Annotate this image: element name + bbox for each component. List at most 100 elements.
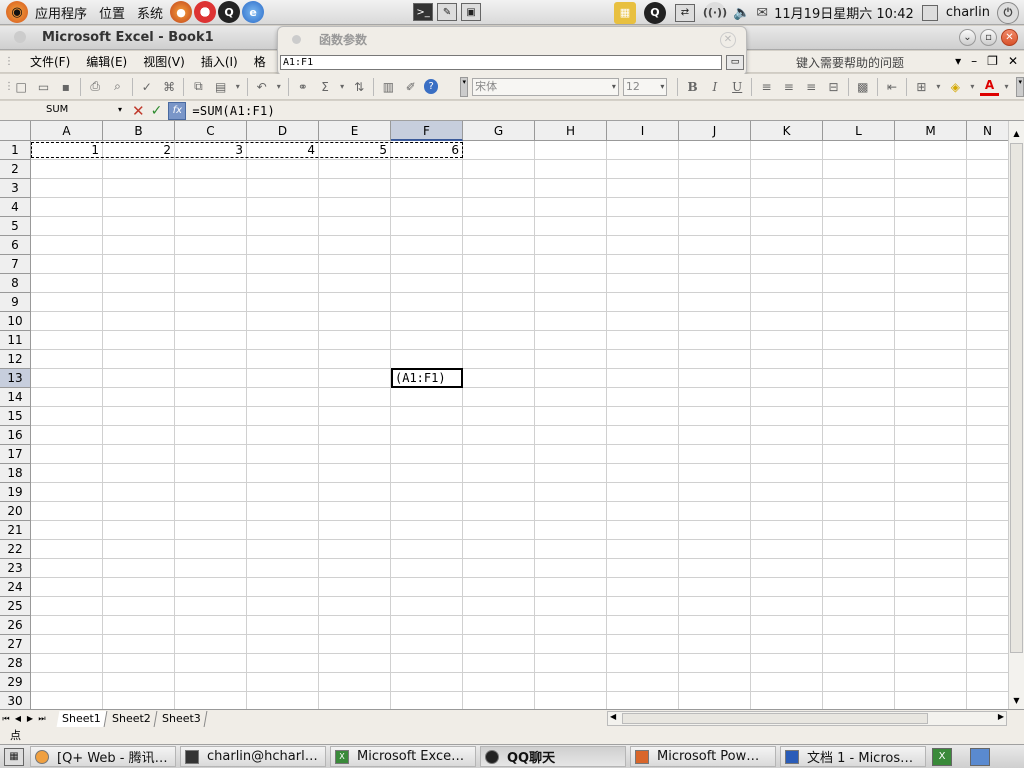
tab-sheet3[interactable]: Sheet3: [156, 710, 207, 727]
qq-tray-icon[interactable]: Q: [643, 1, 666, 24]
row-header-18[interactable]: 18: [0, 464, 31, 483]
row-header-28[interactable]: 28: [0, 654, 31, 673]
task-powerpoint[interactable]: Microsoft Pow…: [630, 746, 776, 767]
firefox-icon[interactable]: ●: [170, 1, 193, 23]
hyperlink-icon[interactable]: ⚭: [294, 77, 312, 96]
expand-dialog-icon[interactable]: ▭: [726, 55, 744, 70]
row-header-5[interactable]: 5: [0, 217, 31, 236]
row-header-11[interactable]: 11: [0, 331, 31, 350]
row-header-30[interactable]: 30: [0, 692, 31, 710]
show-desktop-icon[interactable]: ▦: [4, 747, 24, 766]
cells-area[interactable]: 1 2 3 4 5 6 (A1:F1): [31, 141, 1008, 710]
first-sheet-icon[interactable]: ⏮: [0, 714, 12, 724]
merge-center-icon[interactable]: ⊟: [824, 77, 842, 96]
name-box[interactable]: SUM ▾: [4, 102, 122, 120]
scroll-right-icon[interactable]: ▶: [998, 712, 1004, 721]
apps-tray-icon[interactable]: ▦: [613, 1, 636, 24]
menu-format[interactable]: 格: [254, 53, 266, 70]
menu-edit[interactable]: 编辑(E): [86, 53, 127, 70]
help-dropdown-icon[interactable]: ▾: [955, 54, 961, 68]
help-lifebuoy-icon[interactable]: [194, 1, 217, 23]
cell-e1[interactable]: 5: [319, 141, 391, 160]
column-header-k[interactable]: K: [751, 121, 823, 141]
toolbar-options-icon-2[interactable]: ▾: [1016, 76, 1024, 97]
decrease-indent-icon[interactable]: ⇤: [883, 77, 901, 96]
vertical-scrollbar[interactable]: ▲ ▼: [1008, 121, 1024, 710]
dialog-close-icon[interactable]: ✕: [720, 32, 736, 48]
currency-icon[interactable]: ▩: [854, 77, 872, 96]
cancel-icon[interactable]: ✕: [132, 102, 145, 120]
horizontal-scrollbar[interactable]: ◀ ▶: [607, 711, 1007, 726]
font-name-dropdown-icon[interactable]: ▾: [612, 79, 616, 95]
volume-icon[interactable]: 🔈: [733, 5, 750, 21]
mail-icon[interactable]: ✉: [756, 5, 768, 21]
vertical-scroll-thumb[interactable]: [1010, 143, 1023, 653]
column-header-a[interactable]: A: [31, 121, 103, 141]
row-header-21[interactable]: 21: [0, 521, 31, 540]
maximize-icon[interactable]: ▫: [980, 29, 997, 46]
doc-close-icon[interactable]: ✕: [1008, 54, 1018, 68]
row-header-1[interactable]: 1: [0, 141, 31, 160]
row-header-20[interactable]: 20: [0, 502, 31, 521]
row-header-3[interactable]: 3: [0, 179, 31, 198]
row-header-6[interactable]: 6: [0, 236, 31, 255]
function-arguments-dialog[interactable]: 函数参数 ✕ A1:F1 ▭: [277, 26, 747, 76]
column-header-c[interactable]: C: [175, 121, 247, 141]
task-word[interactable]: 文档 1 - Micros…: [780, 746, 926, 767]
doc-restore-icon[interactable]: ❐: [987, 54, 998, 68]
row-header-17[interactable]: 17: [0, 445, 31, 464]
column-header-j[interactable]: J: [679, 121, 751, 141]
row-header-2[interactable]: 2: [0, 160, 31, 179]
window-menu-icon[interactable]: [14, 31, 26, 43]
row-header-16[interactable]: 16: [0, 426, 31, 445]
column-header-e[interactable]: E: [319, 121, 391, 141]
column-header-i[interactable]: I: [607, 121, 679, 141]
font-color-icon[interactable]: A: [980, 77, 999, 96]
enter-check-icon[interactable]: ✓: [151, 103, 163, 119]
select-all-corner[interactable]: [0, 121, 31, 141]
cell-d1[interactable]: 4: [247, 141, 319, 160]
worksheet-grid[interactable]: A B C D E F G H I J K L M N 1 2 3 4 5 6 7 8 9 10 1…: [0, 121, 1024, 710]
print-icon[interactable]: ⎙: [86, 77, 104, 96]
column-header-g[interactable]: G: [463, 121, 535, 141]
prev-sheet-icon[interactable]: ◀: [12, 714, 24, 723]
row-header-9[interactable]: 9: [0, 293, 31, 312]
chart-wizard-icon[interactable]: ▥: [379, 77, 397, 96]
toolbar-grip-icon[interactable]: ⋮: [4, 81, 14, 92]
row-header-13[interactable]: 13: [0, 369, 31, 388]
font-size-box[interactable]: 12 ▾: [622, 77, 668, 96]
bold-button[interactable]: B: [683, 77, 701, 96]
cell-b1[interactable]: 2: [103, 141, 175, 160]
name-box-dropdown-icon[interactable]: ▾: [118, 102, 122, 118]
column-header-l[interactable]: L: [823, 121, 895, 141]
help-icon[interactable]: ?: [423, 79, 439, 94]
autosum-icon[interactable]: Σ: [316, 77, 334, 96]
print-preview-icon[interactable]: ⌕: [108, 77, 126, 96]
excel-launcher-icon[interactable]: X: [932, 747, 952, 766]
dialog-menu-icon[interactable]: [292, 34, 301, 44]
row-header-10[interactable]: 10: [0, 312, 31, 331]
scroll-down-icon[interactable]: ▼: [1009, 694, 1024, 708]
row-header-19[interactable]: 19: [0, 483, 31, 502]
active-cell-editor[interactable]: (A1:F1): [391, 368, 463, 388]
row-header-24[interactable]: 24: [0, 578, 31, 597]
qq-penguin-icon[interactable]: Q: [218, 1, 241, 23]
row-header-22[interactable]: 22: [0, 540, 31, 559]
font-name-box[interactable]: 宋体 ▾: [472, 77, 619, 96]
align-center-icon[interactable]: ≡: [780, 77, 798, 96]
minimize-icon[interactable]: ⌄: [959, 29, 976, 46]
new-document-icon[interactable]: □: [12, 77, 30, 96]
font-size-dropdown-icon[interactable]: ▾: [660, 79, 664, 95]
row-header-12[interactable]: 12: [0, 350, 31, 369]
paste-dropdown-icon[interactable]: ▾: [234, 77, 242, 96]
scroll-up-icon[interactable]: ▲: [1009, 127, 1024, 141]
menu-insert[interactable]: 插入(I): [201, 53, 238, 70]
autosum-dropdown-icon[interactable]: ▾: [338, 77, 346, 96]
column-header-h[interactable]: H: [535, 121, 607, 141]
row-header-27[interactable]: 27: [0, 635, 31, 654]
save-icon[interactable]: ▪: [57, 77, 75, 96]
cell-c1[interactable]: 3: [175, 141, 247, 160]
power-icon[interactable]: ⏻: [997, 1, 1019, 24]
close-icon[interactable]: ✕: [1001, 29, 1018, 46]
toolbar-options-icon[interactable]: ▾: [460, 76, 469, 97]
